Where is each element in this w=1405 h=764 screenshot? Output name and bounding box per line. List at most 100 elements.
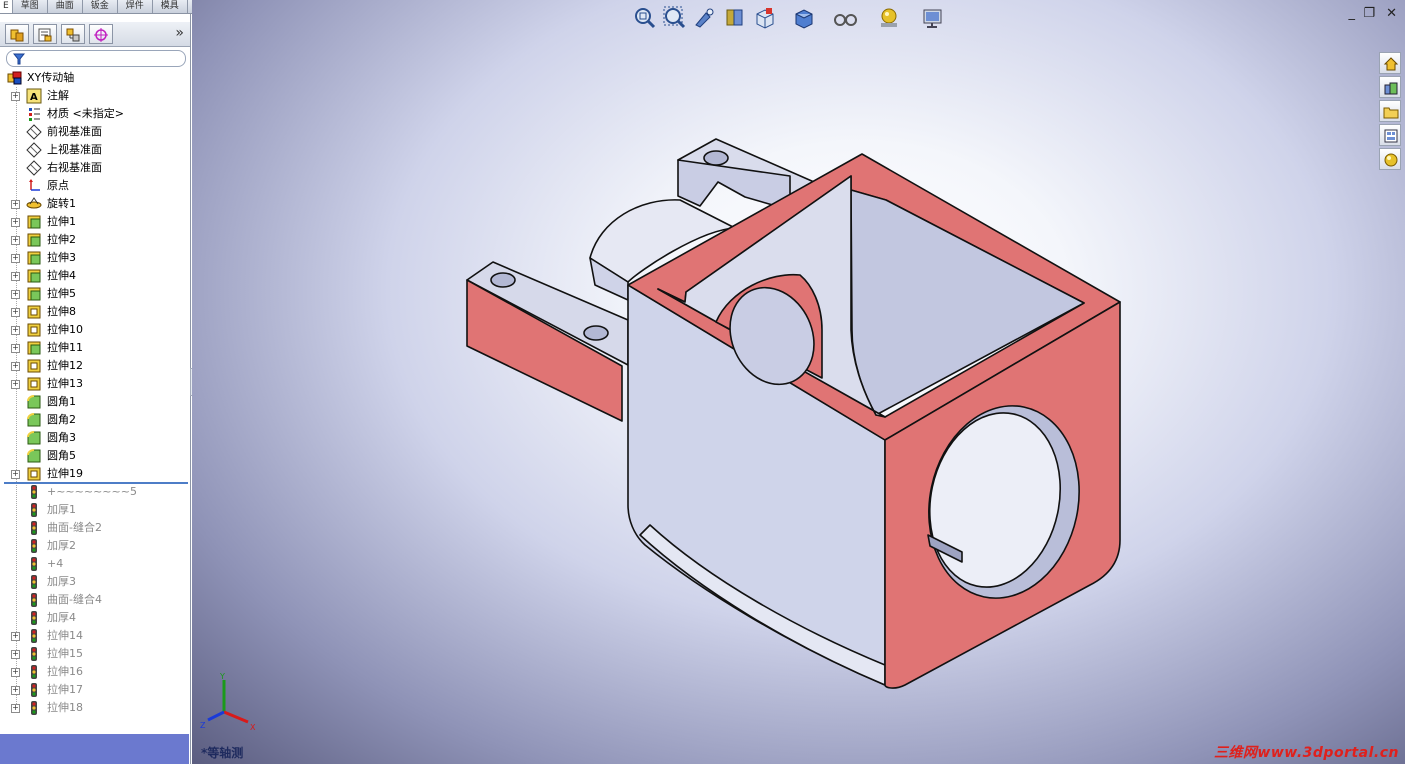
tree-filter-input[interactable] (6, 50, 186, 67)
tree-item-suppressed[interactable]: + 拉伸15 (0, 645, 190, 663)
tree-item-label: 曲面-缝合2 (47, 521, 102, 534)
extrude-icon (26, 214, 42, 230)
tree-item-extrude[interactable]: + 拉伸2 (0, 231, 190, 249)
expand-plus-icon[interactable]: + (11, 380, 20, 389)
tree-item-cut[interactable]: + 拉伸8 (0, 303, 190, 321)
tree-item-label: 圆角3 (47, 431, 76, 444)
expand-plus-icon[interactable]: + (11, 254, 20, 263)
property-manager-tab[interactable] (33, 24, 57, 44)
tree-item-suppressed[interactable]: 加厚4 (0, 609, 190, 627)
tree-item-label: 拉伸18 (47, 701, 83, 714)
graphics-area[interactable]: _ ❐ ✕ Y X Z *等轴测 三维网www.3dportal.cn (192, 0, 1405, 764)
suppressed-icon (26, 628, 42, 644)
expand-plus-icon[interactable]: + (11, 686, 20, 695)
filter-icon (13, 53, 25, 65)
tree-item-suppressed[interactable]: 加厚1 (0, 501, 190, 519)
tree-item-suppressed[interactable]: + 拉伸14 (0, 627, 190, 645)
tree-item-extrude[interactable]: + 拉伸3 (0, 249, 190, 267)
extrude-icon (26, 286, 42, 302)
view-orientation-label: *等轴测 (201, 746, 244, 760)
tree-item-suppressed[interactable]: 曲面-缝合4 (0, 591, 190, 609)
expand-chevron-icon[interactable]: » (175, 25, 184, 41)
crosshair-icon (94, 28, 108, 42)
pane-tabs: » (0, 22, 190, 47)
extrude-icon (26, 268, 42, 284)
tree-item-cut[interactable]: + 拉伸19 (0, 465, 190, 483)
expand-plus-icon[interactable]: + (11, 362, 20, 371)
tree-item-plane[interactable]: 上视基准面 (0, 141, 190, 159)
expand-plus-icon[interactable]: + (11, 290, 20, 299)
tree-item-label: 拉伸5 (47, 287, 76, 300)
plane-icon (26, 142, 42, 158)
expand-plus-icon[interactable]: + (11, 344, 20, 353)
command-tab-4[interactable]: 焊件 (118, 0, 153, 13)
tree-item-origin[interactable]: 原点 (0, 177, 190, 195)
tree-item-suppressed[interactable]: +~~~~~~~~5 (0, 483, 190, 501)
tree-item-suppressed[interactable]: 加厚3 (0, 573, 190, 591)
tree-item-suppressed[interactable]: + 拉伸16 (0, 663, 190, 681)
command-tab-3[interactable]: 钣金 (83, 0, 118, 13)
tree-item-suppressed[interactable]: 曲面-缝合2 (0, 519, 190, 537)
tree-item-fillet[interactable]: 圆角2 (0, 411, 190, 429)
suppressed-icon (26, 682, 42, 698)
expand-plus-icon[interactable]: + (11, 632, 20, 641)
tree-item-extrude[interactable]: + 拉伸1 (0, 213, 190, 231)
tree-item-extrude[interactable]: + 拉伸5 (0, 285, 190, 303)
pane-bottom-band (0, 734, 189, 764)
tree-item-plane[interactable]: 右视基准面 (0, 159, 190, 177)
model-viewport[interactable] (192, 0, 1405, 764)
tree-item-fillet[interactable]: 圆角5 (0, 447, 190, 465)
cut-icon (26, 304, 42, 320)
tree-item-label: 拉伸10 (47, 323, 83, 336)
dimxpert-manager-tab[interactable] (89, 24, 113, 44)
expand-plus-icon[interactable]: + (11, 650, 20, 659)
command-tab-2[interactable]: 曲面 (48, 0, 83, 13)
expand-plus-icon[interactable]: + (11, 92, 20, 101)
cut-icon (26, 358, 42, 374)
configuration-manager-tab[interactable] (61, 24, 85, 44)
tree-root-part[interactable]: XY传动轴 (0, 69, 190, 87)
expand-plus-icon[interactable]: + (11, 668, 20, 677)
watermark: 三维网www.3dportal.cn (1213, 745, 1399, 761)
tree-item-label: 曲面-缝合4 (47, 593, 102, 606)
tree-item-revolve[interactable]: + 旋转1 (0, 195, 190, 213)
tree-item-extrude[interactable]: + 拉伸11 (0, 339, 190, 357)
tree-item-label: 旋转1 (47, 197, 76, 210)
tree-item-plane[interactable]: 前视基准面 (0, 123, 190, 141)
tree-item-cut[interactable]: + 拉伸10 (0, 321, 190, 339)
expand-plus-icon[interactable]: + (11, 236, 20, 245)
tree-item-fillet[interactable]: 圆角3 (0, 429, 190, 447)
plane-icon (26, 160, 42, 176)
tree-item-cut[interactable]: + 拉伸13 (0, 375, 190, 393)
origin-icon (26, 178, 42, 194)
tree-item-suppressed[interactable]: +4 (0, 555, 190, 573)
tree-item-fillet[interactable]: 圆角1 (0, 393, 190, 411)
tree-item-cut[interactable]: + 拉伸12 (0, 357, 190, 375)
expand-plus-icon[interactable]: + (11, 218, 20, 227)
tree-item-material[interactable]: 材质 <未指定> (0, 105, 190, 123)
tree-item-suppressed[interactable]: + 拉伸17 (0, 681, 190, 699)
tree-item-suppressed[interactable]: 加厚2 (0, 537, 190, 555)
tree-item-suppressed[interactable]: + 拉伸18 (0, 699, 190, 717)
feature-tree-icon (10, 29, 24, 42)
expand-plus-icon[interactable]: + (11, 470, 20, 479)
revolve-icon (26, 196, 42, 212)
tree-item-extrude[interactable]: + 拉伸4 (0, 267, 190, 285)
suppressed-icon (26, 538, 42, 554)
expand-plus-icon[interactable]: + (11, 200, 20, 209)
property-icon (38, 28, 52, 42)
expand-plus-icon[interactable]: + (11, 326, 20, 335)
cut-icon (26, 466, 42, 482)
feature-manager-tab[interactable] (5, 24, 29, 44)
expand-plus-icon[interactable]: + (11, 704, 20, 713)
expand-plus-icon[interactable]: + (11, 308, 20, 317)
extrude-icon (26, 232, 42, 248)
command-tab-1[interactable]: 草图 (13, 0, 48, 13)
feature-tree: XY传动轴 + A 注解 材质 <未指定> 前视基准面 上视基准面 右视基准面 原点 + 旋转1 + 拉… (0, 69, 190, 717)
command-tab-0[interactable]: E (0, 0, 13, 13)
tree-item-label: 加厚4 (47, 611, 76, 624)
command-tab-5[interactable]: 模具 (153, 0, 188, 13)
configuration-icon (66, 28, 80, 42)
expand-plus-icon[interactable]: + (11, 272, 20, 281)
tree-item-annotation[interactable]: + A 注解 (0, 87, 190, 105)
